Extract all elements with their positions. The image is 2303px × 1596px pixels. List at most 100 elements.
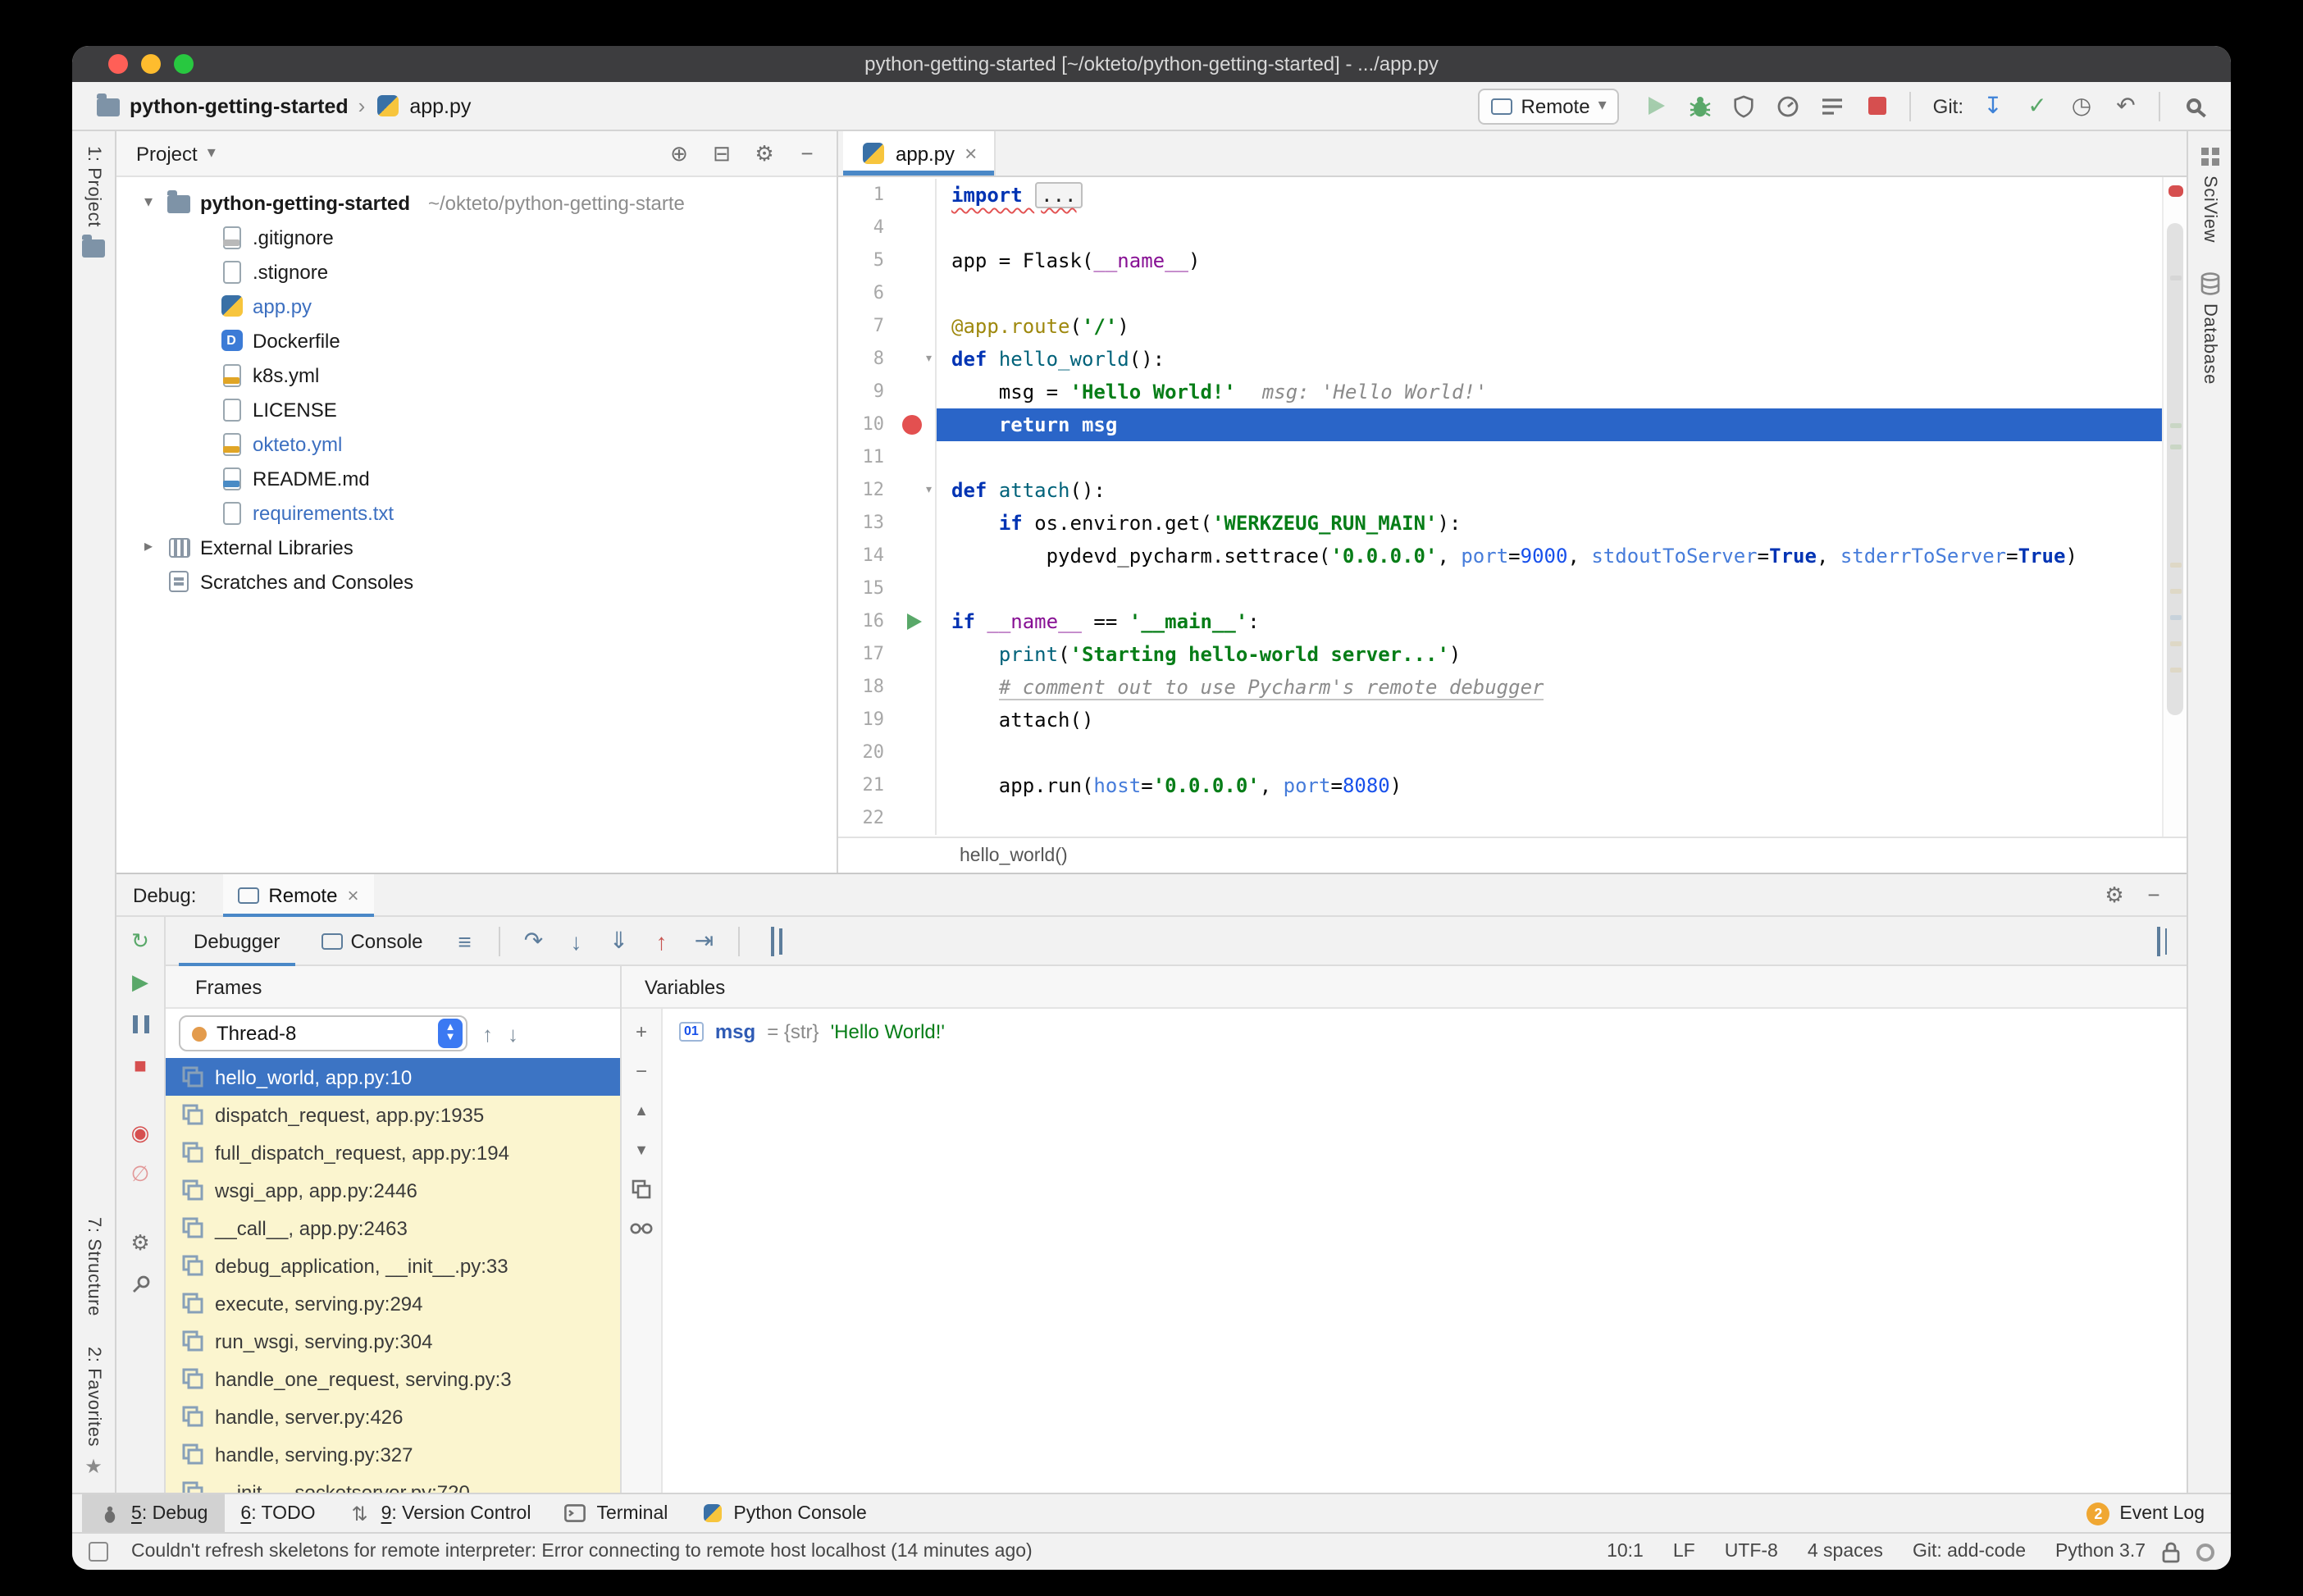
previous-frame-icon[interactable]: ↑ [482,1021,493,1046]
settings-gear-icon[interactable]: ⚙ [748,137,781,170]
project-panel-title[interactable]: Project [136,142,198,165]
run-button[interactable] [1638,89,1674,122]
toolwindow-tab-9-version-control[interactable]: ⇅ 9: Version Control [332,1494,548,1532]
tree-item-requirements.txt[interactable]: requirements.txt [116,495,837,530]
run-config-selector[interactable]: Remote ▾ [1478,88,1620,124]
breadcrumb-file[interactable]: app.py [409,94,471,117]
variable-row[interactable]: 01 msg = {str} 'Hello World!' [679,1020,2170,1043]
tree-collapsed-icon[interactable]: ▸ [139,538,157,556]
close-icon[interactable]: × [347,883,358,906]
tree-expanded-icon[interactable]: ▾ [139,194,157,212]
toolwindow-button-favorites[interactable]: 2: Favorites ★ [84,1332,103,1493]
close-button[interactable] [108,54,128,74]
frame-row-debug_application[interactable]: debug_application, __init__.py:33 [166,1247,620,1284]
minimize-button[interactable] [141,54,161,74]
step-over-icon[interactable]: ↷ [518,927,550,955]
combo-stepper-icon[interactable]: ▲ ▼ [438,1019,463,1048]
toolwindow-button-project[interactable]: 1: Project [80,131,107,275]
toolwindow-tab-6-todo[interactable]: 6: TODO [224,1494,331,1532]
frames-pane-header[interactable]: Frames [166,966,620,1009]
force-step-into-icon[interactable]: ⇓ [604,927,635,955]
show-watches-icon[interactable] [628,1217,654,1240]
debug-settings-gear-icon[interactable]: ⚙ [125,1230,155,1256]
code-line-18[interactable]: 18 # comment out to use Pycharm's remote… [838,671,2162,704]
evaluate-expression-icon[interactable] [758,926,789,955]
error-stripe[interactable] [2162,177,2187,837]
toolwindow-tab-5-debug[interactable]: 5: Debug [82,1494,225,1532]
pause-icon[interactable] [125,1010,155,1037]
step-out-icon[interactable]: ↑ [646,928,677,954]
code-line-1[interactable]: 1 import ... [838,179,2162,212]
frame-row-__init__[interactable]: __init__, socketserver.py:720 [166,1473,620,1493]
settings-gear-icon[interactable]: ⚙ [2098,882,2131,908]
hide-panel-icon[interactable]: − [791,137,823,170]
code-line-10[interactable]: 10 return msg [838,408,2162,441]
code-line-17[interactable]: 17 print('Starting hello-world server...… [838,638,2162,671]
add-watch-icon[interactable]: + [628,1020,654,1043]
layout-settings-icon[interactable] [2142,926,2173,955]
code-line-8[interactable]: 8 def hello_world(): [838,343,2162,376]
code-line-5[interactable]: 5 app = Flask(__name__) [838,244,2162,277]
code-line-6[interactable]: 6 [838,277,2162,310]
view-breakpoints-icon[interactable]: ◉ [125,1120,155,1147]
variables-list[interactable]: 01 msg = {str} 'Hello World!' [663,1009,2187,1493]
collapse-all-icon[interactable]: ⊟ [705,137,738,170]
event-log-button[interactable]: 2 Event Log [2070,1494,2221,1532]
toolwindow-tab-terminal[interactable]: Terminal [547,1494,684,1532]
code-line-12[interactable]: 12 def attach(): [838,474,2162,507]
resume-icon[interactable]: ▶ [125,969,155,996]
stop-icon[interactable]: ■ [125,1051,155,1078]
lock-icon[interactable] [2162,1541,2180,1562]
rerun-icon[interactable]: ↻ [125,928,155,955]
editor-breadcrumb[interactable]: hello_world() [960,846,1068,865]
mute-breakpoints-icon[interactable]: ∅ [125,1161,155,1188]
frame-row-full_dispatch_request[interactable]: full_dispatch_request, app.py:194 [166,1133,620,1171]
breakpoint-icon[interactable] [897,408,937,441]
run-to-cursor-icon[interactable]: ⇥ [689,927,720,955]
breadcrumb-project[interactable]: python-getting-started [130,94,349,117]
editor-tab-app-py[interactable]: app.py × [843,131,996,176]
frame-row-dispatch_request[interactable]: dispatch_request, app.py:1935 [166,1096,620,1133]
search-everywhere-button[interactable] [2175,89,2211,122]
frame-row-wsgi_app[interactable]: wsgi_app, app.py:2446 [166,1171,620,1209]
duplicate-watch-icon[interactable] [628,1178,654,1201]
coverage-button[interactable] [1726,89,1763,122]
code-line-4[interactable]: 4 [838,212,2162,244]
code-line-11[interactable]: 11 [838,441,2162,474]
step-into-icon[interactable]: ↓ [561,928,592,954]
tree-item-LICENSE[interactable]: LICENSE [116,392,837,426]
layout-menu-icon[interactable]: ≡ [449,928,481,954]
tree-item-Dockerfile[interactable]: D Dockerfile [116,323,837,358]
tree-item-okteto.yml[interactable]: okteto.yml [116,426,837,461]
frame-row-handle[interactable]: handle, serving.py:327 [166,1435,620,1473]
debug-session-tab-remote[interactable]: Remote × [222,873,374,916]
run-configurations-button[interactable] [1815,89,1851,122]
chevron-down-icon[interactable]: ▾ [207,144,216,162]
frame-row-handle_one_request[interactable]: handle_one_request, serving.py:3 [166,1360,620,1398]
tab-console[interactable]: Console [306,916,437,965]
frame-row-hello_world[interactable]: hello_world, app.py:10 [166,1058,620,1096]
frame-row-__call__[interactable]: __call__, app.py:2463 [166,1209,620,1247]
code-line-16[interactable]: 16 if __name__ == '__main__': [838,605,2162,638]
status-item-utf-8[interactable]: UTF-8 [1725,1542,1778,1562]
tree-item-README.md[interactable]: README.md [116,461,837,495]
status-item-4-spaces[interactable]: 4 spaces [1808,1542,1883,1562]
move-up-icon[interactable]: ▲ [628,1099,654,1122]
profiler-button[interactable] [1771,89,1807,122]
zoom-button[interactable] [174,54,194,74]
rollback-icon[interactable]: ↶ [2108,89,2144,122]
close-icon[interactable]: × [965,141,977,166]
code-line-7[interactable]: 7 @app.route('/') [838,310,2162,343]
background-tasks-icon[interactable] [2196,1543,2214,1561]
code-line-22[interactable]: 22 [838,802,2162,835]
fold-arrow-icon[interactable] [897,474,937,507]
tree-item-.gitignore[interactable]: .gitignore [116,220,837,254]
hide-panel-icon[interactable]: − [2137,882,2170,907]
code-line-20[interactable]: 20 [838,736,2162,769]
code-line-19[interactable]: 19 attach() [838,704,2162,736]
code-lines[interactable]: 1 import ... 4 5 app = Flask(__name__) 6 7 @app… [838,177,2162,837]
fold-arrow-icon[interactable] [897,343,937,376]
code-line-21[interactable]: 21 app.run(host='0.0.0.0', port=8080) [838,769,2162,802]
run-arrow-icon[interactable] [897,605,937,638]
history-icon[interactable]: ◷ [2064,89,2100,122]
